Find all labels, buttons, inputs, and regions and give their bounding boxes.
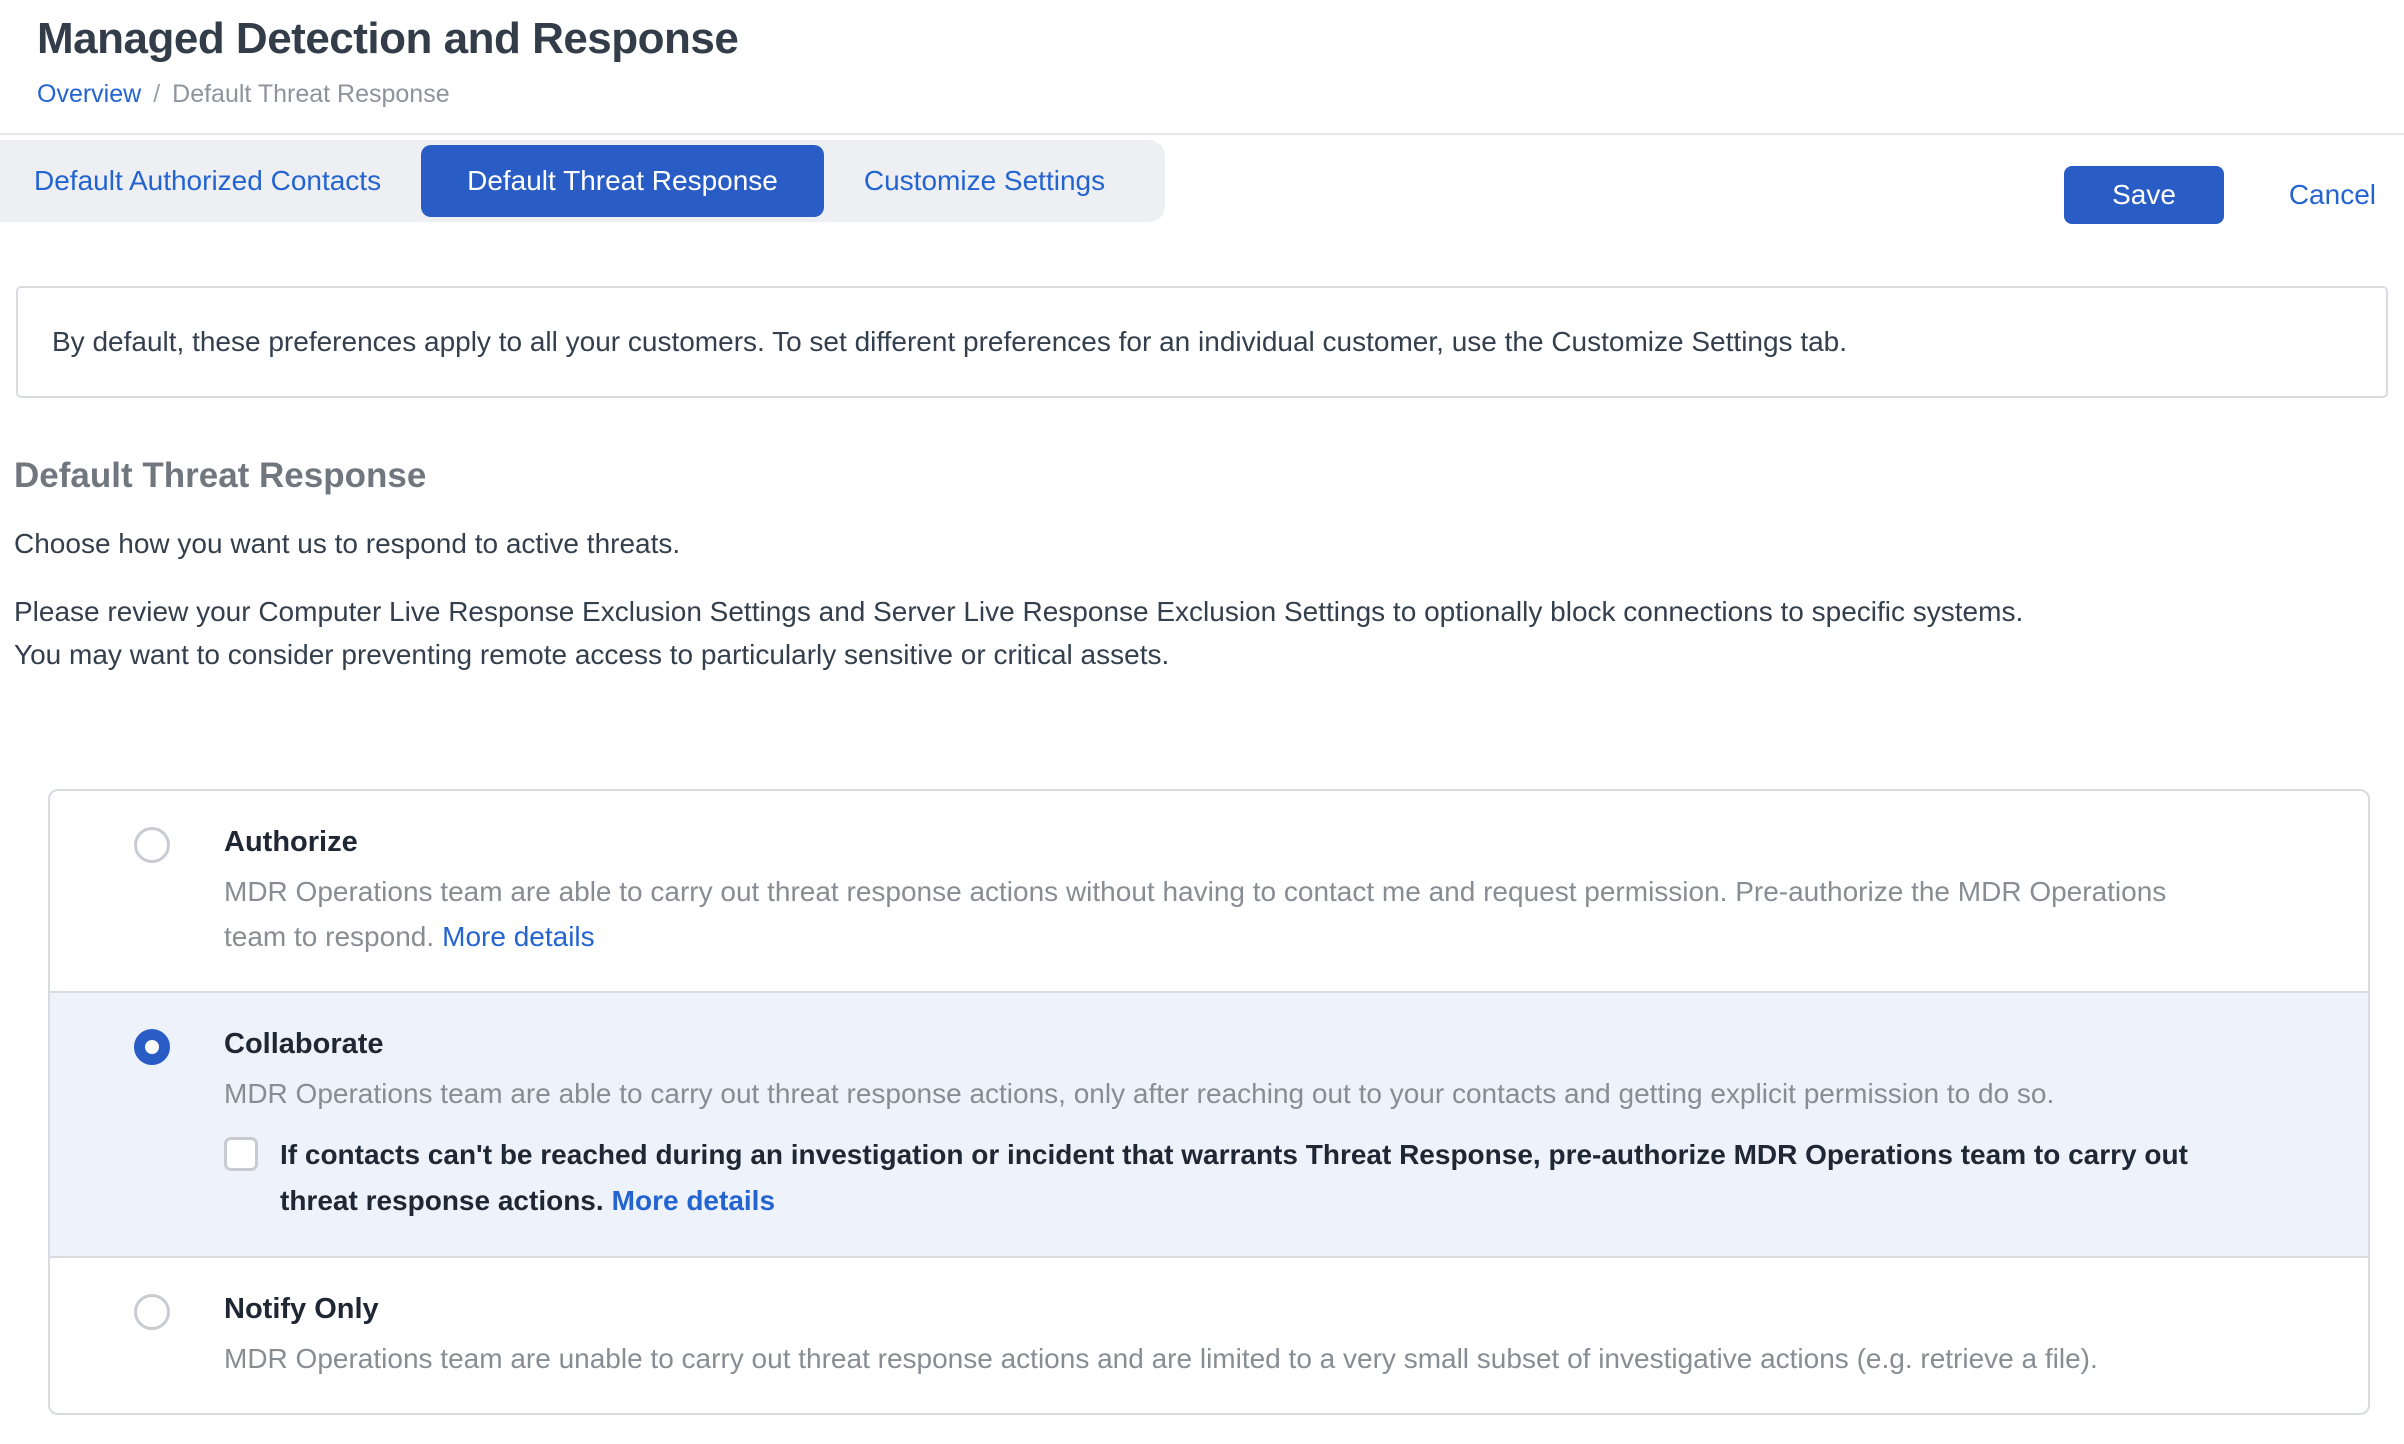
info-banner-text: By default, these preferences apply to a… [52, 326, 1847, 358]
tab-customize-settings[interactable]: Customize Settings [830, 140, 1139, 222]
section-heading: Default Threat Response [14, 456, 2388, 496]
option-notify-only-description: MDR Operations team are unable to carry … [224, 1336, 2184, 1381]
section-note-line-1: Please review your Computer Live Respons… [14, 590, 2388, 633]
tab-default-threat-response[interactable]: Default Threat Response [421, 145, 824, 217]
pre-authorize-checkbox-label: If contacts can't be reached during an i… [280, 1132, 2260, 1224]
section-note: Please review your Computer Live Respons… [14, 590, 2388, 677]
breadcrumb: Overview / Default Threat Response [37, 80, 2368, 109]
option-collaborate[interactable]: Collaborate MDR Operations team are able… [50, 991, 2368, 1258]
breadcrumb-link-overview[interactable]: Overview [37, 80, 141, 109]
section-subheading: Choose how you want us to respond to act… [14, 528, 2388, 560]
info-banner: By default, these preferences apply to a… [16, 286, 2388, 398]
radio-collaborate[interactable] [134, 1029, 170, 1065]
option-authorize-label: Authorize [224, 825, 2320, 859]
authorize-more-details-link[interactable]: More details [442, 921, 595, 952]
tab-bar: Default Authorized Contacts Default Thre… [0, 140, 1165, 222]
option-collaborate-content: Collaborate MDR Operations team are able… [224, 1027, 2320, 1224]
radio-authorize[interactable] [134, 827, 170, 863]
option-notify-only-label: Notify Only [224, 1292, 2320, 1326]
threat-response-section: Default Threat Response Choose how you w… [14, 456, 2388, 677]
radio-collaborate-dot [145, 1040, 159, 1054]
option-authorize[interactable]: Authorize MDR Operations team are able t… [50, 791, 2368, 991]
option-collaborate-label: Collaborate [224, 1027, 2320, 1061]
mdr-settings-page: { "page": { "title": "Managed Detection … [0, 0, 2404, 1444]
save-button[interactable]: Save [2064, 166, 2224, 224]
header-divider [0, 133, 2404, 135]
tab-default-authorized-contacts[interactable]: Default Authorized Contacts [0, 140, 415, 222]
option-notify-only[interactable]: Notify Only MDR Operations team are unab… [50, 1258, 2368, 1413]
collaborate-more-details-link[interactable]: More details [612, 1185, 775, 1216]
section-note-line-2: You may want to consider preventing remo… [14, 633, 2388, 676]
pre-authorize-checkbox-row[interactable]: If contacts can't be reached during an i… [224, 1132, 2320, 1224]
page-title: Managed Detection and Response [37, 14, 2368, 64]
cancel-button[interactable]: Cancel [2289, 166, 2376, 224]
option-collaborate-description: MDR Operations team are able to carry ou… [224, 1071, 2184, 1116]
option-authorize-description: MDR Operations team are able to carry ou… [224, 869, 2184, 959]
threat-response-options-card: Authorize MDR Operations team are able t… [48, 789, 2370, 1415]
radio-notify-only[interactable] [134, 1294, 170, 1330]
option-notify-only-content: Notify Only MDR Operations team are unab… [224, 1292, 2320, 1381]
page-header: Managed Detection and Response Overview … [0, 0, 2404, 109]
breadcrumb-current: Default Threat Response [172, 80, 449, 109]
breadcrumb-separator: / [153, 80, 160, 109]
toolbar: Default Authorized Contacts Default Thre… [0, 140, 2404, 222]
pre-authorize-checkbox-text: If contacts can't be reached during an i… [280, 1139, 2188, 1216]
option-authorize-content: Authorize MDR Operations team are able t… [224, 825, 2320, 959]
pre-authorize-checkbox[interactable] [224, 1137, 258, 1171]
